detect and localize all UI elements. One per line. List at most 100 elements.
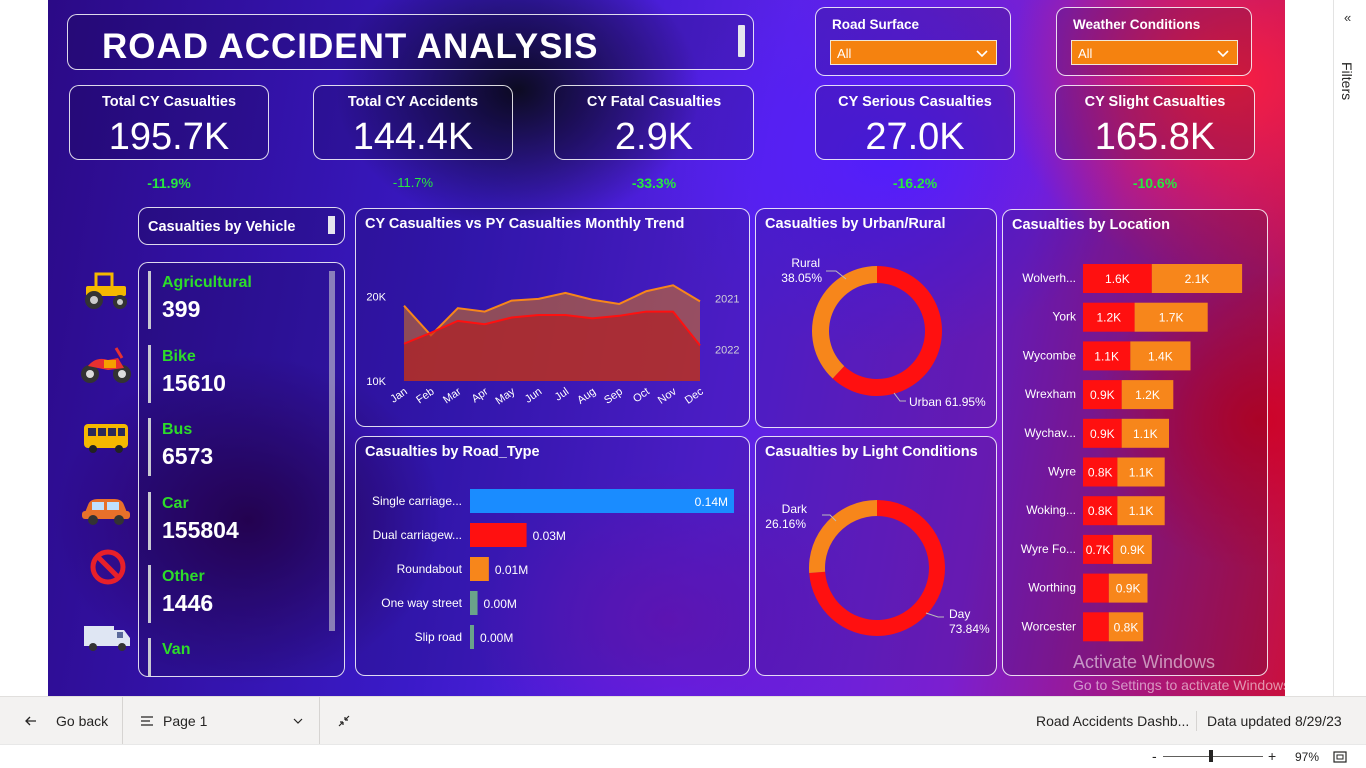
bar-segment (1083, 612, 1109, 642)
zoom-slider[interactable] (1163, 756, 1263, 757)
vehicle-count: 399 (162, 296, 201, 322)
data-label: 0.8K (1088, 504, 1113, 518)
road-surface-dropdown[interactable]: All (830, 40, 997, 65)
category-label: Woking... (1026, 503, 1076, 517)
urban-rural-chart: Rural38.05% Urban 61.95% (781, 256, 986, 409)
slicer-label: Weather Conditions (1073, 17, 1201, 32)
slicer-road-surface: Road Surface All (815, 7, 1011, 76)
zoom-in-button[interactable]: + (1268, 748, 1276, 764)
vehicle-count: 15610 (162, 370, 226, 396)
data-label: 0.8K (1088, 466, 1113, 480)
arrow-left-icon (25, 716, 36, 726)
x-tick-label: Jan (388, 386, 409, 406)
list-icon (141, 716, 153, 726)
weather-conditions-dropdown[interactable]: All (1071, 40, 1238, 65)
kpi-cy-fatal-casualties: CY Fatal Casualties 2.9K (554, 85, 754, 160)
fit-to-page-icon[interactable] (337, 697, 351, 745)
urban-rural-chart-card: Casualties by Urban/Rural Rural 38.05% Urb… (755, 208, 997, 428)
kpi-change: -11.7% (392, 175, 434, 190)
activate-windows-subtitle: Go to Settings to activate Windows. (1073, 677, 1294, 693)
title-handle[interactable] (738, 25, 745, 57)
kpi-value: 2.9K (614, 116, 694, 158)
kpi-label: CY Serious Casualties (838, 94, 992, 110)
van-icon (84, 626, 130, 651)
kpi-label: Total CY Accidents (347, 94, 479, 110)
bar (470, 625, 474, 649)
list-item: Van (148, 638, 318, 676)
vehicle-list-scrollbar[interactable] (329, 271, 335, 631)
page-selector[interactable]: Page 1 (141, 697, 306, 745)
slice-label: Day (949, 607, 970, 621)
pie-slice (809, 500, 877, 573)
divider (319, 697, 320, 745)
kpi-change: -33.3% (631, 175, 677, 191)
zoom-slider-thumb[interactable] (1209, 750, 1213, 762)
data-label: 0.14M (695, 495, 728, 509)
kpi-value: 27.0K (865, 116, 965, 158)
slicer-weather-conditions: Weather Conditions All (1056, 7, 1252, 76)
divider (122, 697, 123, 745)
vehicle-name: Agricultural (162, 274, 252, 291)
go-back-label: Go back (56, 713, 109, 729)
data-label: 0.00M (484, 597, 517, 611)
slice-label: Rural (791, 256, 820, 270)
vehicle-name: Other (162, 568, 205, 585)
x-tick-label: Oct (631, 386, 652, 406)
vehicle-title-card: Casualties by Vehicle (138, 207, 345, 245)
zoom-out-button[interactable]: - (1152, 748, 1157, 764)
vehicle-list: Agricultural 399 Bike 15610 Bus 6573 Car… (138, 262, 345, 677)
report-name: Road Accidents Dashb... (1036, 713, 1190, 729)
category-label: Worthing (1028, 581, 1076, 595)
x-tick-label: Apr (470, 385, 491, 405)
page-title: ROAD ACCIDENT ANALYSIS (102, 27, 599, 66)
data-updated: Data updated 8/29/23 (1207, 713, 1342, 729)
bus-icon (84, 424, 128, 453)
bar (470, 557, 489, 581)
kpi-change: -10.6% (1132, 175, 1178, 191)
list-item: Other 1446 (148, 565, 318, 623)
kpi-value: 165.8K (1094, 116, 1216, 158)
go-back-button[interactable]: Go back (24, 697, 108, 745)
vehicle-name: Van (162, 641, 191, 658)
data-label: 0.01M (495, 563, 528, 577)
data-label: 0.7K (1086, 543, 1111, 557)
vehicle-title-handle[interactable] (328, 216, 335, 234)
chevron-down-icon (976, 50, 988, 58)
data-label: 0.8K (1114, 620, 1139, 634)
list-item: Bike 15610 (148, 345, 318, 403)
data-label: 1.1K (1094, 349, 1119, 363)
location-chart: Wolverh... 1.6K 2.1K York 1.2K 1.7K Wycombe 1.1… (1021, 264, 1243, 642)
bar (470, 523, 527, 547)
slice-label: Urban 61.95% (909, 395, 986, 409)
kpi-change: -11.9% (147, 175, 191, 191)
list-item: Agricultural 399 (148, 271, 318, 329)
x-tick-label: Mar (441, 385, 464, 406)
fit-screen-icon[interactable] (1333, 751, 1347, 763)
bar (470, 591, 478, 615)
x-tick-label: Jul (553, 386, 571, 404)
vehicle-title: Casualties by Vehicle (148, 219, 296, 235)
category-label: Slip road (415, 630, 462, 644)
category-label: Wycombe (1023, 348, 1077, 362)
activate-windows-title: Activate Windows (1073, 652, 1216, 672)
vehicle-name: Car (162, 495, 189, 512)
filters-pane[interactable]: « Filters (1333, 0, 1366, 696)
vehicle-name: Bike (162, 348, 196, 365)
divider (1196, 711, 1197, 731)
category-label: Wyre (1048, 465, 1076, 479)
double-chevron-left-icon[interactable]: « (1344, 10, 1351, 25)
kpi-value: 195.7K (108, 116, 230, 158)
car-icon (82, 499, 130, 525)
location-chart-card: Casualties by Location Wolverh... 1.6K 2.1… (1002, 209, 1268, 676)
kpi-label: CY Slight Casualties (1084, 94, 1226, 110)
kpi-label: Total CY Casualties (101, 94, 237, 110)
data-label: 0.9K (1120, 543, 1145, 557)
x-tick-label: Feb (414, 386, 436, 407)
category-label: York (1052, 310, 1077, 324)
slice-label: 26.16% (765, 517, 806, 531)
data-label: 0.9K (1090, 427, 1115, 441)
list-item: Car 155804 (148, 492, 318, 550)
data-label: 0.9K (1090, 388, 1115, 402)
page-label: Page 1 (163, 713, 208, 729)
filters-label[interactable]: Filters (1339, 62, 1355, 100)
